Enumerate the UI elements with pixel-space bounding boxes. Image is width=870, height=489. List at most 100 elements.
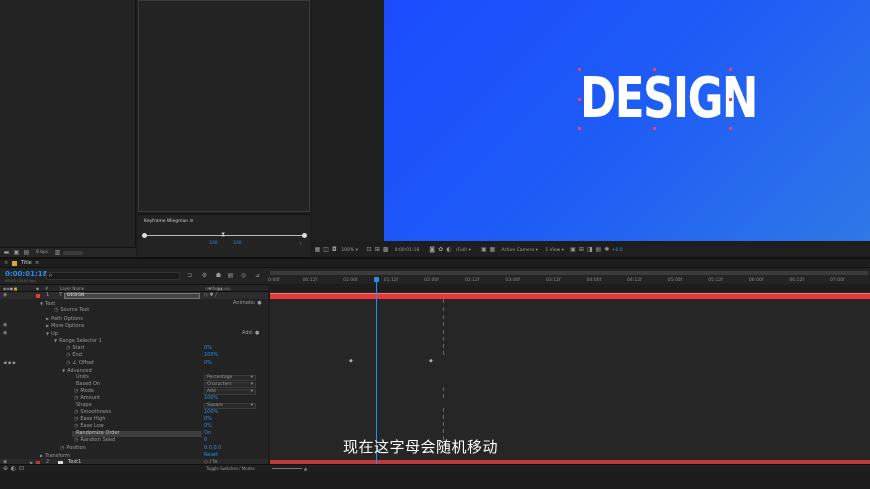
bbox-handle[interactable] bbox=[653, 68, 656, 71]
design-text-layer[interactable]: DESIGN bbox=[578, 68, 758, 130]
slider-center-icon[interactable]: ⧗ bbox=[221, 231, 225, 239]
camera-select[interactable]: Active Camera bbox=[501, 248, 534, 253]
exposure-value[interactable]: +0.0 bbox=[612, 248, 623, 253]
stopwatch-icon[interactable]: ◷ bbox=[74, 437, 78, 443]
shy-icon[interactable]: ☗ bbox=[215, 272, 222, 279]
collapse-arrow-icon[interactable]: ▶ bbox=[46, 316, 49, 321]
current-timecode[interactable]: 0:00:01:18 bbox=[5, 270, 48, 278]
right-value[interactable]: 100 bbox=[233, 241, 242, 246]
left-value[interactable]: 100 bbox=[209, 241, 218, 246]
graph-icon[interactable]: ∠ bbox=[72, 360, 76, 366]
flowchart-icon[interactable]: ⊞ bbox=[578, 246, 585, 253]
footer-icon-2[interactable]: ◐ bbox=[10, 465, 17, 472]
position-value[interactable]: 0.0,0.0 bbox=[204, 445, 222, 452]
units-dropdown[interactable]: Percentage ▾ bbox=[204, 374, 256, 381]
stopwatch-icon[interactable]: ◷ bbox=[66, 345, 70, 351]
keyframe-panel-title[interactable]: Keyframe Wiegman ≡ bbox=[144, 219, 193, 224]
collapse-arrow-icon[interactable]: ▶ bbox=[40, 453, 43, 458]
keyframe-marker[interactable]: I bbox=[443, 337, 444, 344]
stopwatch-icon[interactable]: ◷ bbox=[74, 416, 78, 422]
footer-icon-3[interactable]: ⊡ bbox=[18, 465, 25, 472]
keyframe-marker[interactable]: I bbox=[443, 344, 444, 351]
animator-up-row[interactable]: ◉ ▼ Up Add: ● bbox=[0, 330, 268, 337]
draft-3d-icon[interactable]: ⚙ bbox=[201, 272, 208, 279]
bbox-handle[interactable] bbox=[578, 68, 581, 71]
bbox-handle[interactable] bbox=[729, 127, 732, 130]
start-value[interactable]: 0% bbox=[204, 345, 212, 352]
position-row[interactable]: ◷ Position 0.0,0.0 bbox=[0, 445, 268, 452]
footer-icon-1[interactable]: ⊕ bbox=[2, 465, 9, 472]
stopwatch-active-icon[interactable]: ◷ bbox=[66, 360, 70, 366]
zoom-select[interactable]: 100% bbox=[341, 248, 354, 253]
toggle-switches-modes[interactable]: Toggle Switches / Modes bbox=[206, 465, 255, 472]
zoom-slider[interactable] bbox=[272, 468, 302, 469]
trash-icon[interactable]: ▥ bbox=[54, 249, 61, 256]
keyframe-marker[interactable]: I bbox=[443, 394, 444, 401]
text-group[interactable]: ▼ Text Animate: ● bbox=[0, 300, 268, 307]
start-row[interactable]: ◷ Start 0% bbox=[0, 345, 268, 352]
keyframe-marker[interactable]: I bbox=[443, 422, 444, 429]
stopwatch-icon[interactable]: ◷ bbox=[74, 409, 78, 415]
tab-title[interactable]: Title bbox=[21, 260, 32, 266]
stopwatch-icon[interactable]: ◷ bbox=[74, 423, 78, 429]
keyframe-marker[interactable]: I bbox=[443, 315, 444, 322]
channel-icon[interactable]: ◐ bbox=[446, 246, 453, 253]
layer-name-field[interactable]: DESIGN bbox=[64, 292, 200, 299]
end-value[interactable]: 100% bbox=[204, 352, 218, 359]
keyframe-marker[interactable]: I bbox=[443, 307, 444, 314]
keyframe-marker[interactable]: I bbox=[443, 408, 444, 415]
region-icon[interactable]: ⊞ bbox=[374, 246, 381, 253]
views-select[interactable]: 1 View bbox=[545, 248, 560, 253]
fit-icon[interactable]: ⊡ bbox=[365, 246, 372, 253]
visibility-eye-icon[interactable]: ◉ bbox=[3, 330, 7, 337]
bpc-label[interactable]: 8 bpc bbox=[36, 250, 48, 255]
graph-editor-icon[interactable]: ⊿ bbox=[254, 272, 261, 279]
new-comp-icon[interactable]: ▣ bbox=[13, 249, 20, 256]
transparency-icon[interactable]: ▩ bbox=[382, 246, 389, 253]
offset-keyframe-2[interactable]: ◆ bbox=[429, 358, 433, 365]
color-icon[interactable]: ✿ bbox=[437, 246, 444, 253]
random-seed-row[interactable]: ◷ Random Seed 0 bbox=[0, 437, 268, 444]
roi-icon[interactable]: ▣ bbox=[480, 246, 487, 253]
visibility-eye-icon[interactable]: ◉ bbox=[3, 292, 7, 299]
panel-menu-icon[interactable]: ≡ bbox=[190, 219, 194, 224]
shape-dropdown[interactable]: Square ▾ bbox=[204, 402, 256, 409]
keyframe-nav[interactable]: ◀ ◆ ▶ bbox=[3, 360, 16, 367]
expand-arrow-icon[interactable]: ▼ bbox=[40, 301, 43, 306]
bbox-handle[interactable] bbox=[653, 127, 656, 130]
work-area-bar[interactable] bbox=[270, 271, 868, 275]
comp-flowchart-icon[interactable]: ⊐ bbox=[186, 272, 193, 279]
slider-handle-left[interactable] bbox=[142, 233, 147, 238]
layer1-duration-bar[interactable] bbox=[270, 292, 870, 299]
project-scrollbar[interactable] bbox=[63, 251, 83, 255]
add-menu[interactable]: Add: ● bbox=[242, 330, 259, 337]
folder-icon[interactable]: ▬ bbox=[3, 249, 10, 256]
fast-preview-icon[interactable]: ▦ bbox=[489, 246, 496, 253]
layer-row-design[interactable]: ◉ 1 T DESIGN ◇ ✱ ∕ bbox=[0, 292, 268, 300]
more-options-row[interactable]: ◉ ▶ More Options bbox=[0, 322, 268, 329]
bbox-handle[interactable] bbox=[729, 68, 732, 71]
range-selector-row[interactable]: ▼ Range Selector 1 bbox=[0, 337, 268, 344]
close-icon[interactable]: × bbox=[4, 260, 8, 266]
stopwatch-icon[interactable]: ◷ bbox=[66, 352, 70, 358]
expand-arrow-icon[interactable]: ▼ bbox=[62, 368, 65, 373]
search-input[interactable]: ρ. bbox=[46, 272, 180, 280]
keyframe-marker[interactable]: I bbox=[443, 429, 444, 436]
viewer-timecode[interactable]: 0:00:01:18 bbox=[395, 248, 420, 253]
film-icon[interactable]: ▤ bbox=[23, 249, 30, 256]
mode-dropdown[interactable]: Add ▾ bbox=[204, 388, 256, 395]
time-ruler[interactable] bbox=[268, 268, 870, 284]
path-options-row[interactable]: ▶ Path Options bbox=[0, 315, 268, 322]
tab-menu-icon[interactable]: ≡ bbox=[35, 260, 39, 266]
info-icon[interactable]: i bbox=[300, 241, 301, 247]
keyframe-marker[interactable]: I bbox=[443, 299, 444, 306]
camera-icon[interactable]: ◙ bbox=[429, 246, 436, 253]
keyframe-marker[interactable]: I bbox=[443, 322, 444, 329]
bbox-handle[interactable] bbox=[729, 98, 732, 101]
animate-menu[interactable]: Animate: ● bbox=[233, 300, 262, 307]
layer-label-color[interactable] bbox=[36, 293, 40, 298]
show-snapshot-icon[interactable]: ▤ bbox=[595, 246, 602, 253]
collapse-arrow-icon[interactable]: ▶ bbox=[46, 323, 49, 328]
layer-switches[interactable]: ◇ ✱ ∕ bbox=[204, 292, 217, 299]
exposure-icon[interactable]: ✺ bbox=[603, 246, 610, 253]
